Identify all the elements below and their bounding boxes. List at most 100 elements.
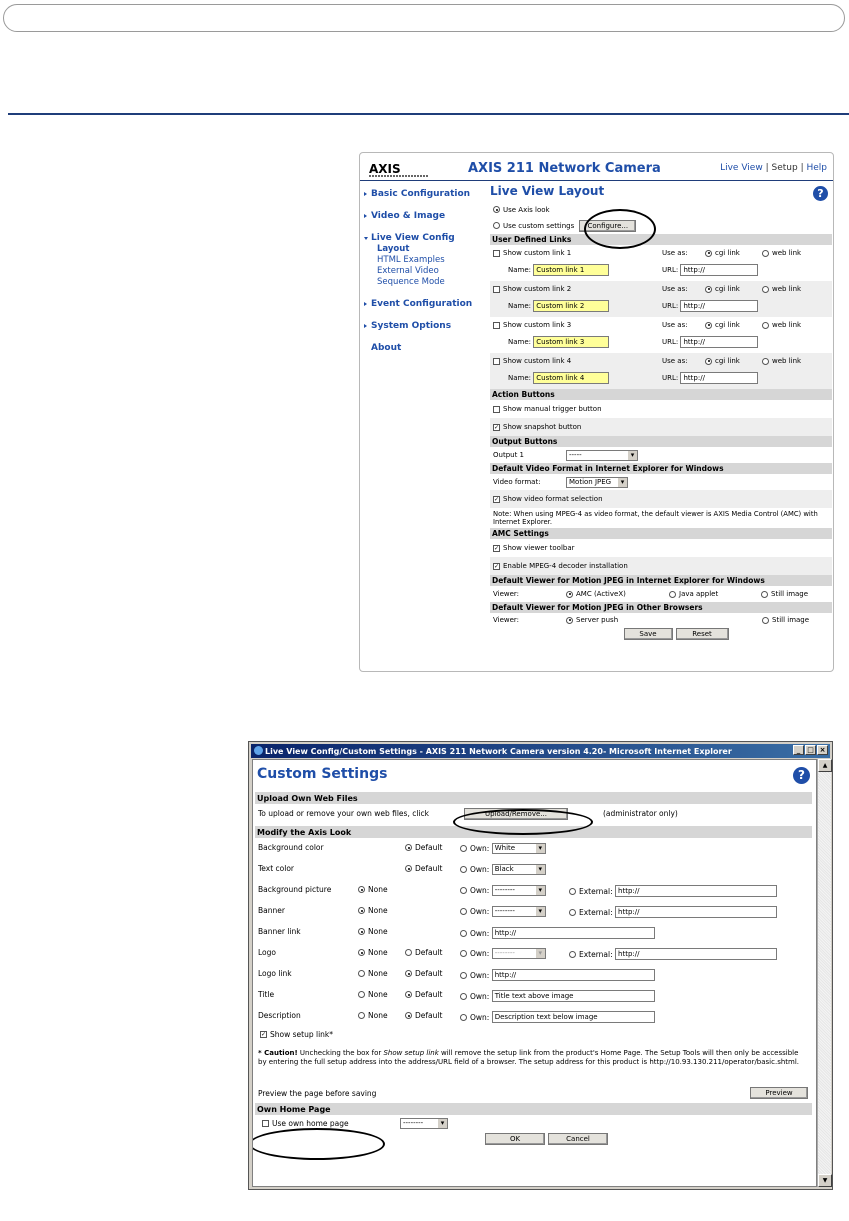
close-icon[interactable]: × [817,745,828,755]
cgi-link-radio[interactable] [705,321,712,329]
use-own-home-checkbox[interactable] [262,1120,269,1127]
amc-radio[interactable] [566,590,573,598]
scroll-down-icon[interactable]: ▼ [818,1174,832,1187]
show-link-1-checkbox[interactable] [493,249,500,257]
own-radio[interactable] [460,1013,467,1021]
menu-layout[interactable]: Layout [364,244,488,255]
link-name-input[interactable]: Custom link 3 [533,336,610,348]
web-link-radio[interactable] [762,249,769,257]
external-radio[interactable] [569,887,576,895]
default-radio[interactable] [405,1012,412,1019]
own-url-input[interactable]: http:// [491,969,655,981]
live-view-link[interactable]: Live View [720,163,763,173]
reset-button[interactable]: Reset [675,628,729,640]
none-radio[interactable] [358,886,365,893]
still-image-ie-radio[interactable] [761,590,768,598]
default-radio[interactable] [405,991,412,998]
title-text-input[interactable]: Title text above image [491,990,655,1002]
still-image-other-radio[interactable] [762,616,769,624]
home-page-select[interactable]: -------- [400,1118,448,1129]
default-radio[interactable] [405,970,412,977]
external-url-input[interactable]: http:// [615,906,778,918]
scroll-up-icon[interactable]: ▲ [818,759,832,772]
own-radio[interactable] [460,971,467,979]
none-radio[interactable] [358,1012,365,1019]
default-radio[interactable] [405,844,412,851]
show-format-selection-checkbox[interactable]: ✓ [493,495,500,503]
external-radio[interactable] [569,908,576,916]
web-link-radio[interactable] [762,357,769,365]
show-link-3-checkbox[interactable] [493,321,500,329]
ok-button[interactable]: OK [485,1133,545,1145]
external-radio[interactable] [569,950,576,958]
menu-event-configuration[interactable]: Event Configuration [364,299,488,321]
manual-trigger-checkbox[interactable] [493,405,500,413]
link-name-input[interactable]: Custom link 4 [533,372,610,384]
maximize-icon[interactable]: □ [805,745,816,755]
link-url-input[interactable]: http:// [680,264,759,276]
link-url-input[interactable]: http:// [680,300,759,312]
own-select[interactable]: Black [491,864,546,875]
none-radio[interactable] [358,907,365,914]
own-radio[interactable] [460,950,467,957]
menu-external-video[interactable]: External Video [364,266,488,277]
link-name-input[interactable]: Custom link 1 [533,264,610,276]
help-icon[interactable]: ? [793,767,810,784]
output-1-select[interactable]: ----- [566,449,638,461]
setup-link[interactable]: Setup [771,163,797,173]
own-radio[interactable] [460,887,467,894]
link-name-input[interactable]: Custom link 2 [533,300,610,312]
own-radio[interactable] [460,845,467,852]
menu-about[interactable]: About [364,343,488,365]
web-link-radio[interactable] [762,321,769,329]
own-radio[interactable] [460,992,467,1000]
java-radio[interactable] [669,590,676,598]
menu-video-image[interactable]: Video & Image [364,211,488,233]
preview-button[interactable]: Preview [750,1087,808,1099]
use-custom-radio[interactable] [493,222,500,229]
save-button[interactable]: Save [623,628,673,640]
minimize-icon[interactable]: _ [793,745,804,755]
cgi-link-radio[interactable] [705,249,712,257]
viewer-toolbar-checkbox[interactable]: ✓ [493,544,500,552]
none-radio[interactable] [358,949,365,956]
snapshot-checkbox[interactable]: ✓ [493,423,500,431]
own-select[interactable]: -------- [491,885,546,896]
own-select[interactable]: -------- [491,906,546,917]
menu-live-view-config[interactable]: Live View Config [364,233,488,244]
own-radio[interactable] [460,908,467,915]
own-url-input[interactable]: http:// [491,927,655,939]
use-axis-look-radio[interactable] [493,206,500,213]
own-radio[interactable] [460,929,467,937]
none-radio[interactable] [358,991,365,998]
own-select[interactable]: White [491,843,546,854]
show-link-2-checkbox[interactable] [493,285,500,293]
help-link[interactable]: Help [806,163,827,173]
none-radio[interactable] [358,970,365,977]
video-format-select[interactable]: Motion JPEG [566,476,628,488]
cgi-link-radio[interactable] [705,357,712,365]
show-link-4-checkbox[interactable] [493,357,500,365]
description-text-input[interactable]: Description text below image [491,1011,655,1023]
cgi-link-radio[interactable] [705,285,712,293]
link-url-input[interactable]: http:// [680,336,759,348]
own-radio[interactable] [460,866,467,873]
default-radio[interactable] [405,865,412,872]
show-setup-checkbox[interactable]: ✓ [260,1031,267,1038]
external-url-input[interactable]: http:// [615,885,778,897]
mpeg4-install-checkbox[interactable]: ✓ [493,562,500,570]
vertical-scrollbar[interactable]: ▲ ▼ [817,759,832,1187]
none-radio[interactable] [358,928,365,935]
menu-basic-configuration[interactable]: Basic Configuration [364,189,488,211]
own-select[interactable]: -------- [491,948,546,959]
help-icon[interactable]: ? [813,186,828,201]
default-radio[interactable] [405,949,412,956]
external-url-input[interactable]: http:// [615,948,778,960]
link-url-input[interactable]: http:// [680,372,759,384]
server-push-radio[interactable] [566,616,573,624]
menu-system-options[interactable]: System Options [364,321,488,343]
cancel-button[interactable]: Cancel [548,1133,608,1145]
menu-html-examples[interactable]: HTML Examples [364,255,488,266]
menu-sequence-mode[interactable]: Sequence Mode [364,277,488,299]
web-link-radio[interactable] [762,285,769,293]
